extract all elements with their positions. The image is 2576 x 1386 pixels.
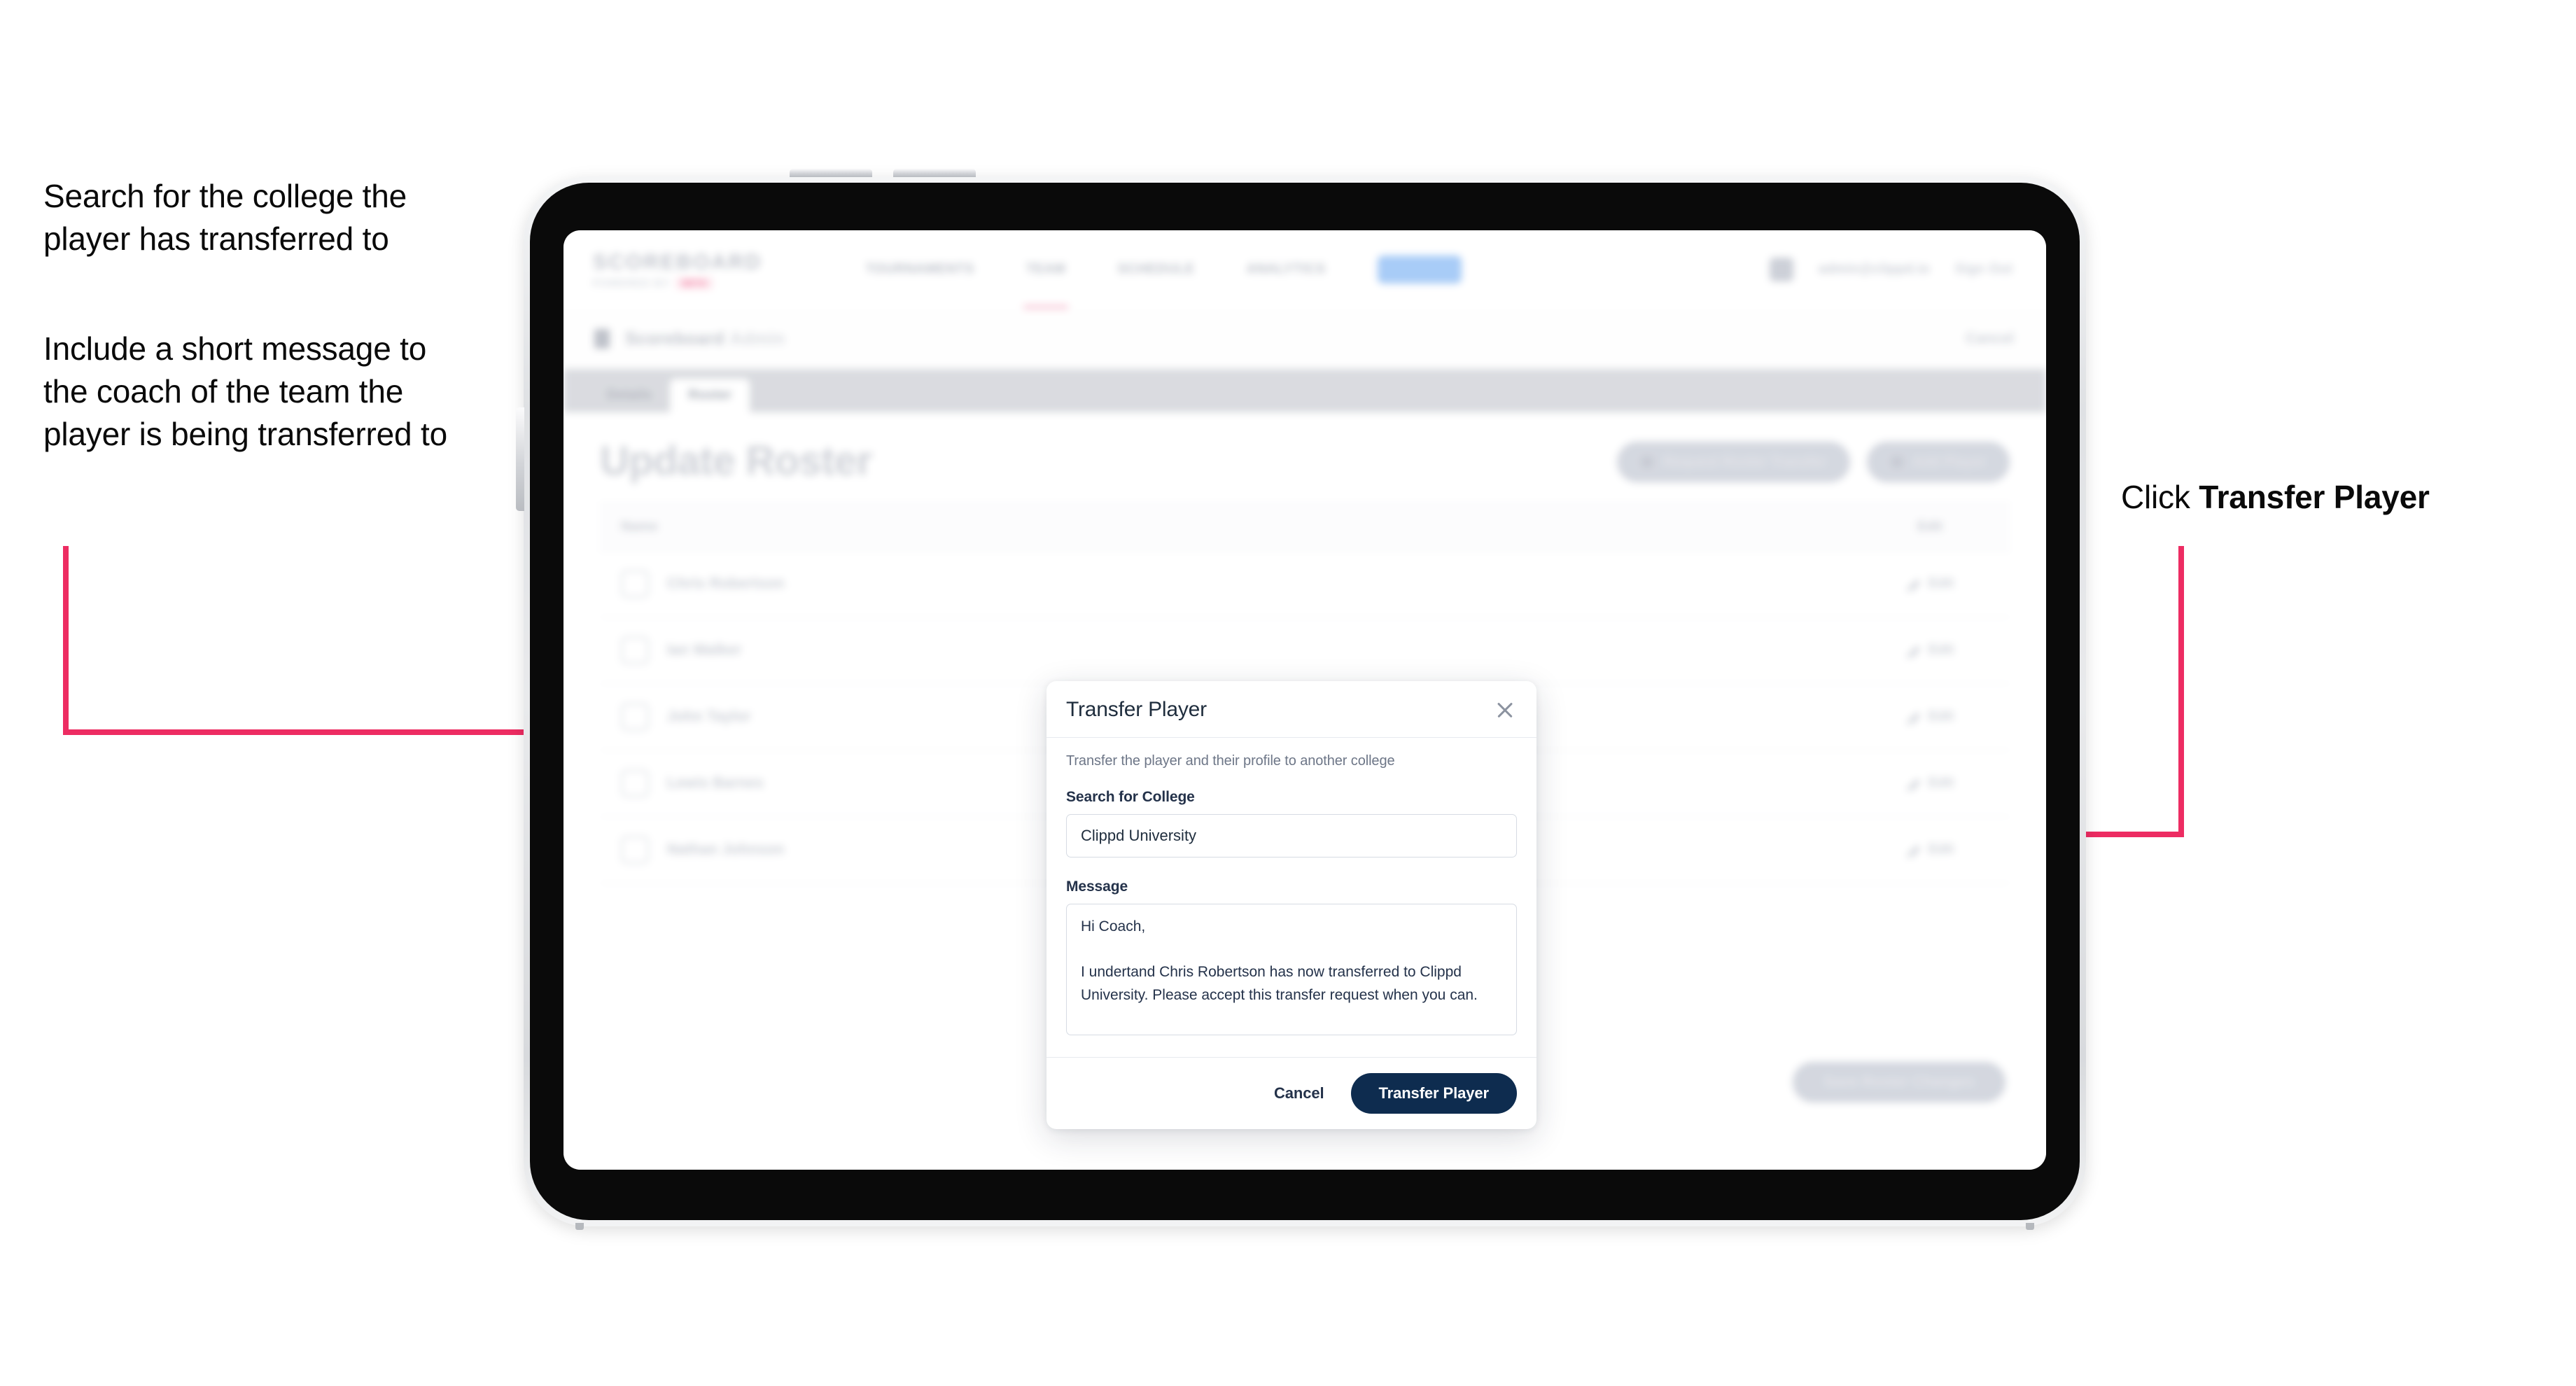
volume-down-button[interactable]	[893, 169, 976, 177]
transfer-player-dialog: Transfer Player Transfer the player and …	[1046, 681, 1536, 1129]
dialog-footer: Cancel Transfer Player	[1046, 1057, 1536, 1129]
dialog-title: Transfer Player	[1066, 698, 1207, 721]
device-screen: SCOREBOARD POWERED BY BETA TOURNAMENTS T…	[564, 230, 2046, 1170]
dialog-description: Transfer the player and their profile to…	[1066, 753, 1395, 769]
close-icon[interactable]	[1493, 698, 1517, 722]
device-foot-right	[2026, 1223, 2034, 1230]
device-bezel: SCOREBOARD POWERED BY BETA TOURNAMENTS T…	[530, 183, 2080, 1220]
message-field-label: Message	[1066, 878, 1128, 895]
tablet-device: SCOREBOARD POWERED BY BETA TOURNAMENTS T…	[516, 169, 2086, 1230]
college-field-label: Search for College	[1066, 789, 1195, 805]
transfer-player-button[interactable]: Transfer Player	[1350, 1073, 1517, 1114]
annotation-click-prefix: Click	[2121, 479, 2199, 515]
search-college-input[interactable]	[1066, 814, 1517, 858]
dialog-body: Transfer the player and their profile to…	[1046, 738, 1536, 1057]
cancel-button[interactable]: Cancel	[1271, 1080, 1327, 1107]
device-frame: SCOREBOARD POWERED BY BETA TOURNAMENTS T…	[516, 169, 2086, 1230]
device-foot-left	[575, 1223, 584, 1230]
annotation-click-transfer-player: Click Transfer Player	[2121, 476, 2555, 519]
volume-up-button[interactable]	[790, 169, 872, 177]
annotation-click-bold: Transfer Player	[2199, 479, 2430, 515]
power-button[interactable]	[516, 407, 524, 511]
annotation-include-message: Include a short message to the coach of …	[43, 330, 447, 453]
annotation-search-college: Search for the college the player has tr…	[43, 178, 407, 258]
message-textarea[interactable]: Hi Coach, I undertand Chris Robertson ha…	[1066, 904, 1517, 1035]
dialog-header: Transfer Player	[1046, 681, 1536, 738]
